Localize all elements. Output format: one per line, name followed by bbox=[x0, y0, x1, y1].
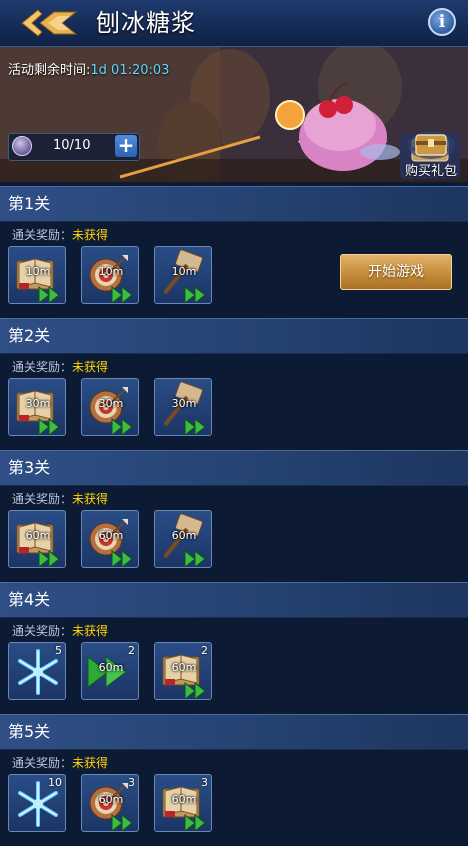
item-duration-label: 60m bbox=[98, 529, 124, 542]
level-header: 第5关 bbox=[0, 714, 468, 750]
reward-status: 未获得 bbox=[72, 756, 109, 770]
reward-status-line: 通关奖励：未获得 bbox=[12, 358, 108, 375]
reward-status: 未获得 bbox=[72, 492, 109, 506]
reward-item[interactable]: 10m bbox=[8, 246, 66, 304]
item-quantity: 5 bbox=[55, 644, 62, 657]
event-banner: 活动剩余时间:1d 01:20:03 10/10 + 购买礼包 bbox=[0, 47, 468, 182]
level-section: 第1关 通关奖励：未获得 10m 10m 10m 开始游戏 bbox=[0, 186, 468, 318]
timer-value: 1d 01:20:03 bbox=[90, 63, 170, 78]
reward-label: 通关奖励： bbox=[12, 492, 73, 506]
item-duration-label: 60m bbox=[98, 661, 124, 674]
reward-item[interactable]: 60m 2 bbox=[81, 642, 139, 700]
item-quantity: 2 bbox=[201, 644, 208, 657]
item-duration-label: 10m bbox=[25, 265, 51, 278]
level-header: 第2关 bbox=[0, 318, 468, 354]
level-header: 第4关 bbox=[0, 582, 468, 618]
timer-label: 活动剩余时间: bbox=[8, 63, 91, 78]
reward-item[interactable]: 5 bbox=[8, 642, 66, 700]
reward-item[interactable]: 60m bbox=[8, 510, 66, 568]
item-duration-label: 60m bbox=[171, 661, 197, 674]
stamina-counter: 10/10 + bbox=[8, 133, 140, 161]
add-stamina-button[interactable]: + bbox=[115, 135, 137, 157]
level-section: 第2关 通关奖励：未获得 30m 30m 30m bbox=[0, 318, 468, 450]
item-duration-label: 30m bbox=[25, 397, 51, 410]
event-timer: 活动剩余时间:1d 01:20:03 bbox=[8, 59, 169, 78]
item-quantity: 10 bbox=[48, 776, 62, 789]
info-button[interactable]: i bbox=[428, 8, 456, 36]
level-section: 第4关 通关奖励：未获得 5 60m 2 60m 2 bbox=[0, 582, 468, 714]
back-button[interactable] bbox=[18, 6, 78, 40]
level-title: 第2关 bbox=[8, 326, 51, 345]
reward-status-line: 通关奖励：未获得 bbox=[12, 226, 108, 243]
reward-status-line: 通关奖励：未获得 bbox=[12, 622, 108, 639]
reward-label: 通关奖励： bbox=[12, 624, 73, 638]
reward-item[interactable]: 10m bbox=[81, 246, 139, 304]
level-title: 第3关 bbox=[8, 458, 51, 477]
reward-label: 通关奖励： bbox=[12, 228, 73, 242]
reward-item[interactable]: 60m 3 bbox=[81, 774, 139, 832]
item-duration-label: 60m bbox=[98, 793, 124, 806]
item-quantity: 2 bbox=[128, 644, 135, 657]
reward-label: 通关奖励： bbox=[12, 756, 73, 770]
reward-item[interactable]: 60m 3 bbox=[154, 774, 212, 832]
reward-status-line: 通关奖励：未获得 bbox=[12, 490, 108, 507]
level-title: 第5关 bbox=[8, 722, 51, 741]
buy-gift-pack-button[interactable]: 购买礼包 bbox=[398, 123, 464, 181]
reward-item[interactable]: 30m bbox=[81, 378, 139, 436]
reward-status: 未获得 bbox=[72, 624, 109, 638]
item-duration-label: 60m bbox=[25, 529, 51, 542]
reward-item[interactable]: 30m bbox=[8, 378, 66, 436]
start-game-button[interactable]: 开始游戏 bbox=[340, 254, 452, 290]
level-list: 第1关 通关奖励：未获得 10m 10m 10m 开始游戏 第2关 通关奖励：未… bbox=[0, 186, 468, 846]
reward-item[interactable]: 60m bbox=[81, 510, 139, 568]
stamina-value: 10/10 bbox=[53, 138, 91, 153]
level-header: 第3关 bbox=[0, 450, 468, 486]
info-icon: i bbox=[438, 12, 446, 32]
stamina-icon bbox=[12, 136, 32, 156]
item-duration-label: 10m bbox=[98, 265, 124, 278]
buy-gift-pack-label: 购买礼包 bbox=[404, 164, 457, 179]
page-title: 刨冰糖浆 bbox=[96, 9, 196, 37]
item-duration-label: 60m bbox=[171, 793, 197, 806]
reward-status: 未获得 bbox=[72, 228, 109, 242]
item-duration-label: 30m bbox=[98, 397, 124, 410]
reward-status: 未获得 bbox=[72, 360, 109, 374]
top-bar: 刨冰糖浆 i bbox=[0, 0, 468, 47]
treasure-chest-icon bbox=[407, 131, 455, 159]
item-duration-label: 10m bbox=[171, 265, 197, 278]
reward-status-line: 通关奖励：未获得 bbox=[12, 754, 108, 771]
item-quantity: 3 bbox=[201, 776, 208, 789]
reward-item[interactable]: 60m 2 bbox=[154, 642, 212, 700]
reward-item[interactable]: 10 bbox=[8, 774, 66, 832]
reward-item[interactable]: 60m bbox=[154, 510, 212, 568]
reward-item[interactable]: 10m bbox=[154, 246, 212, 304]
reward-label: 通关奖励： bbox=[12, 360, 73, 374]
item-duration-label: 30m bbox=[171, 397, 197, 410]
item-duration-label: 60m bbox=[171, 529, 197, 542]
level-header: 第1关 bbox=[0, 186, 468, 222]
level-section: 第5关 通关奖励：未获得 10 60m 3 60m 3 bbox=[0, 714, 468, 846]
level-title: 第4关 bbox=[8, 590, 51, 609]
back-arrow-icon bbox=[21, 9, 78, 37]
item-quantity: 3 bbox=[128, 776, 135, 789]
reward-item[interactable]: 30m bbox=[154, 378, 212, 436]
level-title: 第1关 bbox=[8, 194, 51, 213]
level-section: 第3关 通关奖励：未获得 60m 60m 60m bbox=[0, 450, 468, 582]
